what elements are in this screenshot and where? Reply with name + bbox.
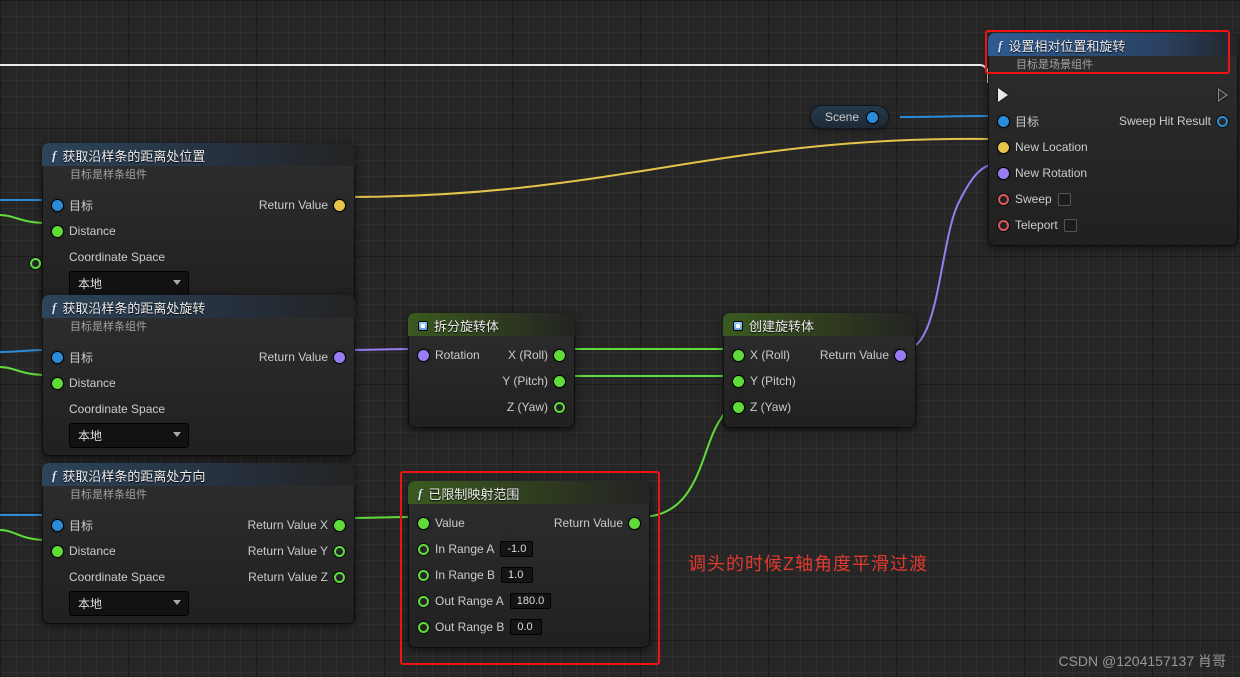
make-icon — [733, 321, 743, 331]
pin-distance[interactable] — [52, 546, 63, 557]
node-get-location[interactable]: f 获取沿样条的距离处位置 目标是样条组件 目标 Return Value Di… — [42, 143, 355, 304]
pin-rotator-out[interactable] — [895, 350, 906, 361]
node-title: 拆分旋转体 — [434, 316, 499, 335]
pin-roll-out[interactable] — [554, 350, 565, 361]
function-icon: f — [52, 468, 56, 484]
node-map-range-clamped[interactable]: f已限制映射范围 Value Return Value In Range A-1… — [408, 481, 650, 648]
break-icon — [418, 321, 428, 331]
node-header[interactable]: f 设置相对位置和旋转 — [988, 33, 1238, 56]
node-title: 获取沿样条的距离处方向 — [62, 466, 205, 485]
reroute-pin[interactable] — [30, 258, 40, 268]
pin-return-location[interactable] — [334, 200, 345, 211]
pin-return-y[interactable] — [334, 546, 345, 557]
function-icon: f — [998, 38, 1002, 54]
pin-new-location[interactable] — [998, 142, 1009, 153]
pin-out-a[interactable] — [418, 596, 429, 607]
variable-scene-label: Scene — [825, 110, 859, 124]
node-make-rotator[interactable]: 创建旋转体 X (Roll) Return Value Y (Pitch) Z … — [723, 313, 916, 428]
pin-return-rotation[interactable] — [334, 352, 345, 363]
node-subtitle: 目标是样条组件 — [42, 486, 355, 506]
exec-in[interactable] — [998, 88, 1008, 102]
node-header[interactable]: f 获取沿样条的距离处方向 — [42, 463, 355, 486]
pin-pitch-out[interactable] — [554, 376, 565, 387]
node-subtitle: 目标是样条组件 — [42, 166, 355, 186]
node-break-rotator[interactable]: 拆分旋转体 Rotation X (Roll) Y (Pitch) Z (Yaw… — [408, 313, 575, 428]
pin-sweep-hit[interactable] — [1217, 116, 1228, 127]
pin-out-b[interactable] — [418, 622, 429, 633]
pin-value-in[interactable] — [418, 518, 429, 529]
node-title: 创建旋转体 — [749, 316, 814, 335]
dropdown-coord-space[interactable]: 本地 — [69, 271, 189, 296]
pin-pitch-in[interactable] — [733, 376, 744, 387]
pin-teleport[interactable] — [998, 220, 1009, 231]
checkbox-sweep[interactable] — [1058, 193, 1071, 206]
function-icon: f — [52, 300, 56, 316]
input-out-range-b[interactable]: 0.0 — [510, 619, 542, 635]
node-subtitle: 目标是场景组件 — [988, 56, 1238, 76]
pin-roll-in[interactable] — [733, 350, 744, 361]
pin-target[interactable] — [52, 520, 63, 531]
node-title: 获取沿样条的距离处位置 — [62, 146, 205, 165]
exec-out[interactable] — [1218, 88, 1228, 102]
pin-yaw-in[interactable] — [733, 402, 744, 413]
node-get-rotation[interactable]: f获取沿样条的距离处旋转 目标是样条组件 目标 Return Value Dis… — [42, 295, 355, 456]
node-set-relative-loc-rot[interactable]: f设置相对位置和旋转 目标是场景组件 目标 Sweep Hit Result N… — [988, 33, 1238, 246]
variable-scene[interactable]: Scene — [811, 106, 888, 128]
pin-return-x[interactable] — [334, 520, 345, 531]
dropdown-coord-space[interactable]: 本地 — [69, 591, 189, 616]
pin-distance[interactable] — [52, 226, 63, 237]
pin-mapped-out[interactable] — [629, 518, 640, 529]
pin-distance[interactable] — [52, 378, 63, 389]
node-header[interactable]: f 获取沿样条的距离处旋转 — [42, 295, 355, 318]
input-in-range-b[interactable]: 1.0 — [501, 567, 533, 583]
pin-in-a[interactable] — [418, 544, 429, 555]
node-header[interactable]: 创建旋转体 — [723, 313, 916, 336]
dropdown-coord-space[interactable]: 本地 — [69, 423, 189, 448]
input-in-range-a[interactable]: -1.0 — [500, 541, 533, 557]
pin-rotation-in[interactable] — [418, 350, 429, 361]
node-subtitle: 目标是样条组件 — [42, 318, 355, 338]
node-get-direction[interactable]: f获取沿样条的距离处方向 目标是样条组件 目标 Return Value X D… — [42, 463, 355, 624]
node-title: 设置相对位置和旋转 — [1008, 36, 1125, 55]
watermark: CSDN @1204157137 肖哥 — [1058, 651, 1226, 671]
checkbox-teleport[interactable] — [1064, 219, 1077, 232]
node-title: 获取沿样条的距离处旋转 — [62, 298, 205, 317]
pin-new-rotation[interactable] — [998, 168, 1009, 179]
pin-target[interactable] — [52, 352, 63, 363]
pin-scene-out[interactable] — [867, 112, 878, 123]
node-header[interactable]: f 获取沿样条的距离处位置 — [42, 143, 355, 166]
node-header[interactable]: f 已限制映射范围 — [408, 481, 650, 504]
pin-in-b[interactable] — [418, 570, 429, 581]
node-title: 已限制映射范围 — [428, 484, 519, 503]
node-header[interactable]: 拆分旋转体 — [408, 313, 575, 336]
pin-target[interactable] — [52, 200, 63, 211]
function-icon: f — [418, 486, 422, 502]
pin-target[interactable] — [998, 116, 1009, 127]
input-out-range-a[interactable]: 180.0 — [510, 593, 552, 609]
pin-sweep[interactable] — [998, 194, 1009, 205]
pin-return-z[interactable] — [334, 572, 345, 583]
pin-yaw-out[interactable] — [554, 402, 565, 413]
function-icon: f — [52, 148, 56, 164]
